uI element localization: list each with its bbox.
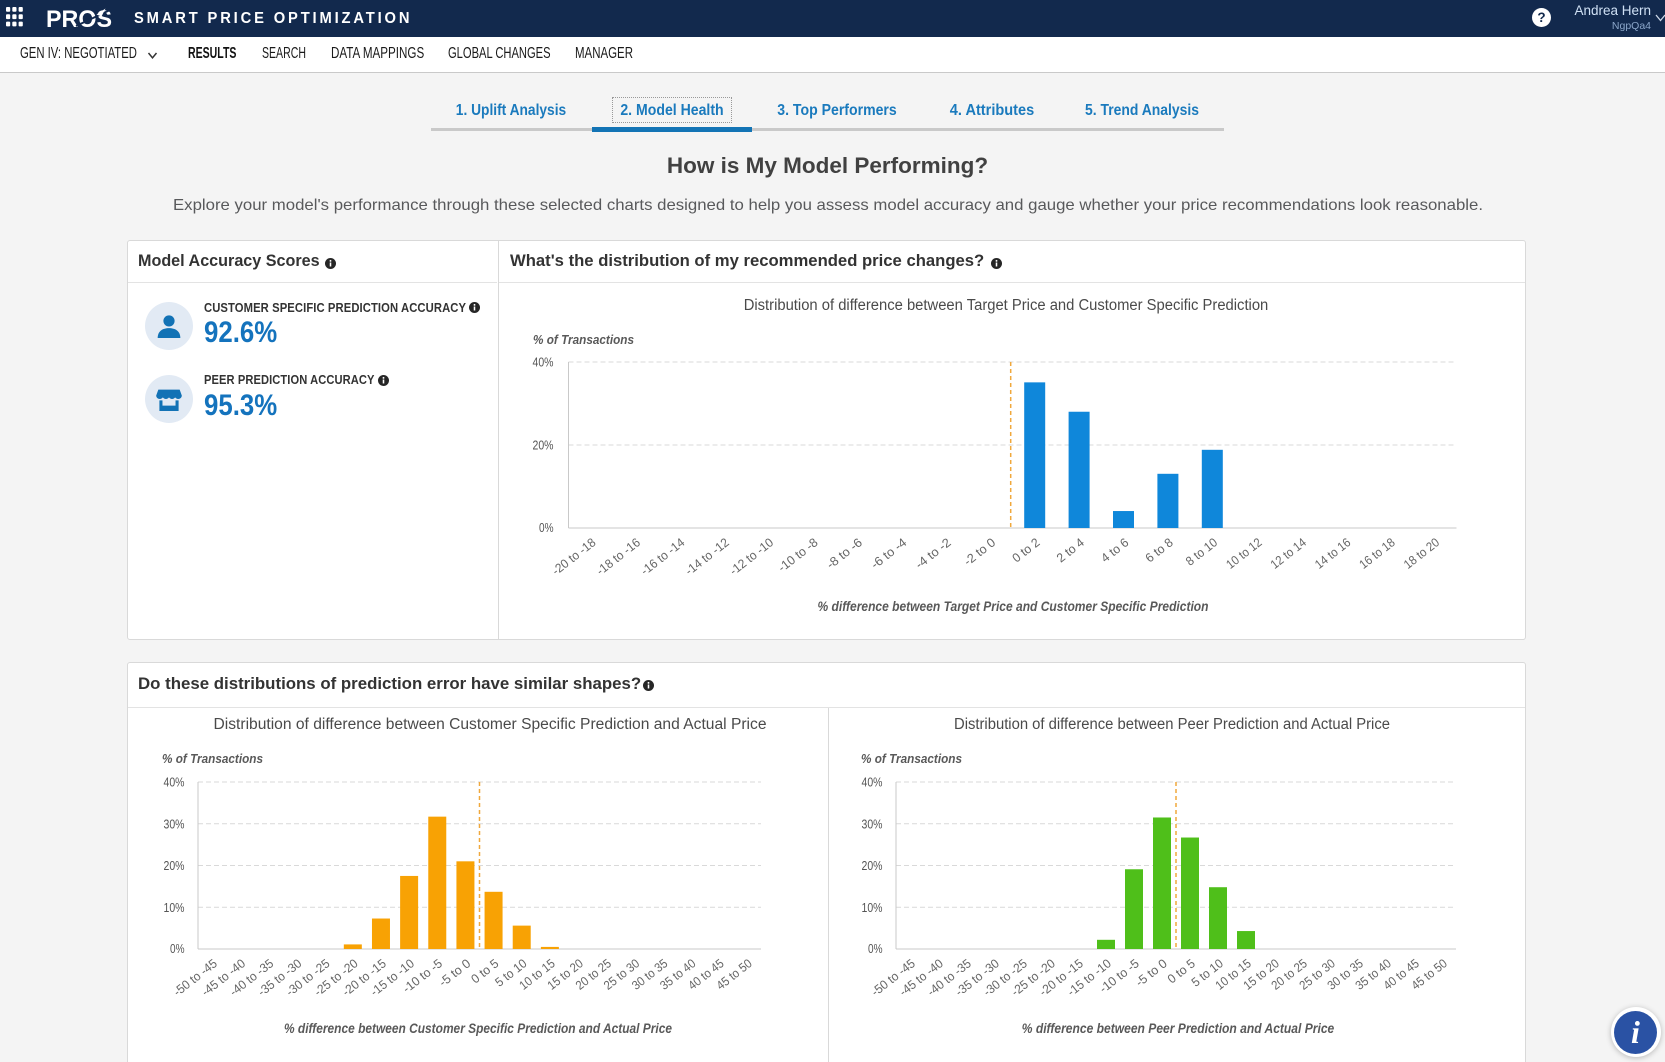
svg-text:% difference between Customer: % difference between Customer Specific P… bbox=[284, 1021, 672, 1036]
svg-text:40%: 40% bbox=[862, 775, 883, 790]
svg-text:4 to 6: 4 to 6 bbox=[1098, 535, 1131, 565]
svg-text:20%: 20% bbox=[164, 858, 185, 873]
svg-text:16 to 18: 16 to 18 bbox=[1357, 535, 1398, 571]
svg-text:-20 to -18: -20 to -18 bbox=[549, 535, 598, 578]
svg-text:PROS: PROS bbox=[46, 6, 112, 32]
svg-text:30%: 30% bbox=[862, 816, 883, 831]
svg-text:12 to 14: 12 to 14 bbox=[1268, 535, 1309, 571]
svg-text:-10 to -8: -10 to -8 bbox=[775, 535, 820, 575]
svg-text:-18 to -16: -18 to -16 bbox=[594, 535, 643, 578]
svg-text:Distribution of difference bet: Distribution of difference between Custo… bbox=[214, 716, 767, 733]
svg-text:2 to 4: 2 to 4 bbox=[1054, 535, 1087, 565]
svg-text:Distribution of difference bet: Distribution of difference between Peer … bbox=[954, 716, 1390, 733]
svg-text:-16 to -14: -16 to -14 bbox=[638, 535, 687, 578]
svg-text:-2 to 0: -2 to 0 bbox=[961, 535, 998, 568]
svg-text:8 to 10: 8 to 10 bbox=[1183, 535, 1220, 568]
svg-text:-6 to -4: -6 to -4 bbox=[868, 535, 909, 571]
svg-text:-8 to -6: -8 to -6 bbox=[824, 535, 865, 571]
svg-text:40%: 40% bbox=[533, 355, 554, 370]
svg-text:% of Transactions: % of Transactions bbox=[162, 751, 263, 766]
svg-text:10%: 10% bbox=[164, 900, 185, 915]
svg-text:10%: 10% bbox=[862, 900, 883, 915]
svg-text:0%: 0% bbox=[539, 520, 554, 535]
svg-text:0 to 2: 0 to 2 bbox=[1010, 535, 1043, 565]
svg-text:30%: 30% bbox=[164, 816, 185, 831]
svg-text:6 to 8: 6 to 8 bbox=[1143, 535, 1176, 565]
svg-text:% of Transactions: % of Transactions bbox=[861, 751, 962, 766]
svg-text:20%: 20% bbox=[533, 438, 554, 453]
svg-text:18 to 20: 18 to 20 bbox=[1401, 535, 1442, 571]
svg-text:Distribution of difference bet: Distribution of difference between Targe… bbox=[744, 297, 1269, 314]
svg-text:40%: 40% bbox=[164, 775, 185, 790]
svg-text:-14 to -12: -14 to -12 bbox=[683, 535, 732, 578]
svg-text:-5 to 0: -5 to 0 bbox=[1133, 956, 1170, 989]
svg-text:14 to 16: 14 to 16 bbox=[1312, 535, 1353, 571]
svg-text:% difference between Target Pr: % difference between Target Price and Cu… bbox=[818, 599, 1209, 614]
svg-text:-5 to 0: -5 to 0 bbox=[436, 956, 473, 989]
svg-text:0%: 0% bbox=[868, 941, 883, 956]
svg-text:-12 to -10: -12 to -10 bbox=[727, 535, 776, 578]
svg-text:10 to 12: 10 to 12 bbox=[1223, 535, 1264, 571]
svg-text:20%: 20% bbox=[862, 858, 883, 873]
svg-text:% difference between Peer Pred: % difference between Peer Prediction and… bbox=[1022, 1021, 1335, 1036]
svg-text:-4 to -2: -4 to -2 bbox=[913, 535, 954, 571]
svg-text:% of Transactions: % of Transactions bbox=[533, 332, 634, 347]
svg-text:0%: 0% bbox=[170, 941, 185, 956]
